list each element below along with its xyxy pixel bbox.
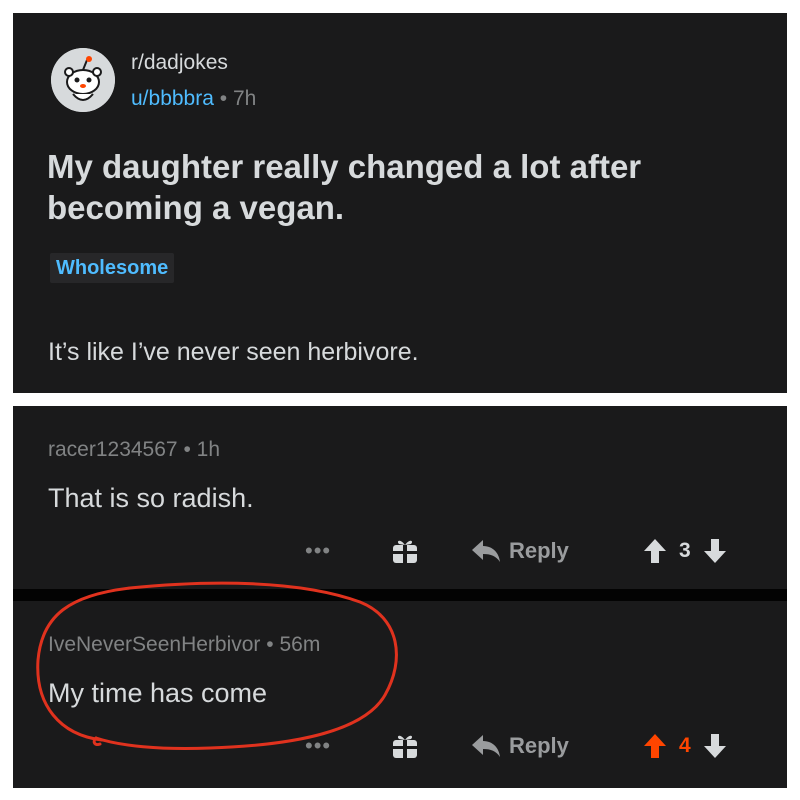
comment: IveNeverSeenHerbivor • 56m My time has c…: [13, 601, 787, 788]
vote-count: 4: [679, 734, 691, 757]
post-flair[interactable]: Wholesome: [50, 253, 175, 283]
comment-meta: IveNeverSeenHerbivor • 56m: [48, 633, 320, 657]
post-card: r/dadjokes u/bbbbra • 7h My daughter rea…: [13, 13, 787, 393]
reply-arrow-icon: [472, 735, 500, 757]
more-options-icon[interactable]: •••: [305, 538, 331, 564]
downvote-icon[interactable]: [703, 733, 727, 759]
gift-icon[interactable]: [390, 731, 420, 761]
comment-age: 1h: [196, 438, 220, 461]
more-options-icon[interactable]: •••: [305, 733, 331, 759]
post-body: It’s like I’ve never seen herbivore.: [48, 338, 419, 366]
post-title[interactable]: My daughter really changed a lot after b…: [47, 146, 767, 228]
comment-body: My time has come: [48, 678, 268, 708]
vote-controls: 4: [643, 731, 727, 761]
comment-actions: ••• Reply 4: [13, 729, 787, 769]
vote-controls: 3: [643, 536, 727, 566]
comments-section: racer1234567 • 1h That is so radish. •••…: [13, 406, 787, 788]
subreddit-avatar-icon[interactable]: [51, 48, 115, 112]
vote-count: 3: [679, 539, 691, 562]
gift-icon[interactable]: [390, 536, 420, 566]
meta-separator: •: [183, 438, 197, 461]
post-age: 7h: [232, 87, 257, 110]
reply-arrow-icon: [472, 540, 500, 562]
comment-author[interactable]: IveNeverSeenHerbivor: [48, 633, 260, 656]
upvote-icon[interactable]: [643, 538, 667, 564]
comment-body: That is so radish.: [48, 483, 254, 513]
subreddit-name[interactable]: r/dadjokes: [131, 51, 228, 75]
post-author[interactable]: u/bbbbra: [131, 87, 214, 110]
post-meta: u/bbbbra • 7h: [131, 87, 256, 111]
reply-label: Reply: [509, 538, 569, 563]
meta-separator: •: [219, 87, 233, 110]
reply-button[interactable]: Reply: [471, 731, 569, 761]
comment-divider: [13, 589, 787, 601]
comment-age: 56m: [279, 633, 321, 656]
downvote-icon[interactable]: [703, 538, 727, 564]
comment: racer1234567 • 1h That is so radish. •••…: [13, 406, 787, 589]
comment-meta: racer1234567 • 1h: [48, 438, 220, 462]
reply-button[interactable]: Reply: [471, 536, 569, 566]
comment-actions: ••• Reply 3: [13, 534, 787, 574]
reply-label: Reply: [509, 733, 569, 758]
meta-separator: •: [266, 633, 280, 656]
comment-author[interactable]: racer1234567: [48, 438, 178, 461]
upvote-icon[interactable]: [643, 733, 667, 759]
